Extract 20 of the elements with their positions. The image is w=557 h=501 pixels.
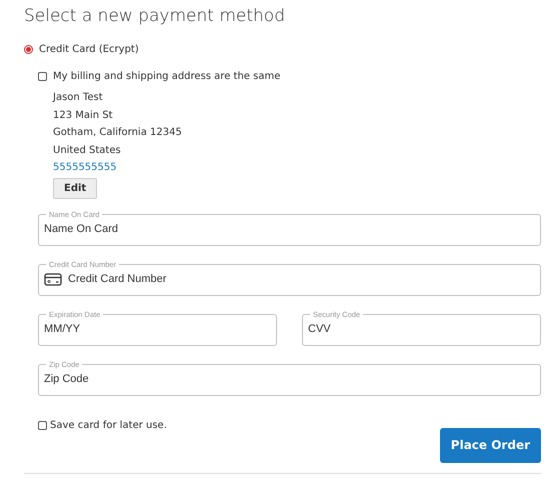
edit-button[interactable]: Edit	[53, 178, 98, 199]
phone-link[interactable]: 5555555555	[53, 159, 117, 177]
checkbox-label: My billing and shipping address are the same	[53, 71, 280, 82]
text-input[interactable]: Zip Code	[44, 369, 534, 390]
checkbox[interactable]	[38, 420, 47, 430]
radio-label: Credit Card (Ecrypt)	[39, 44, 139, 55]
address-line: Jason Test	[53, 91, 103, 105]
text-input[interactable]: Credit Card Number	[68, 269, 534, 290]
address-line: United States	[53, 144, 121, 158]
text-input[interactable]: CVV	[308, 319, 534, 340]
text-input[interactable]: Name On Card	[44, 219, 534, 240]
checkbox-label: Save card for later use.	[50, 420, 167, 431]
address-line: Gotham, California 12345	[53, 126, 182, 140]
place-order-button[interactable]: Place Order	[440, 428, 541, 463]
address-line: 123 Main St	[53, 108, 113, 123]
credit-card-icon	[44, 272, 62, 286]
checkbox[interactable]	[38, 72, 47, 81]
text-input[interactable]: MM/YY	[44, 319, 270, 340]
radio-button[interactable]	[24, 45, 33, 54]
page-title: Select a new payment method	[24, 6, 286, 26]
